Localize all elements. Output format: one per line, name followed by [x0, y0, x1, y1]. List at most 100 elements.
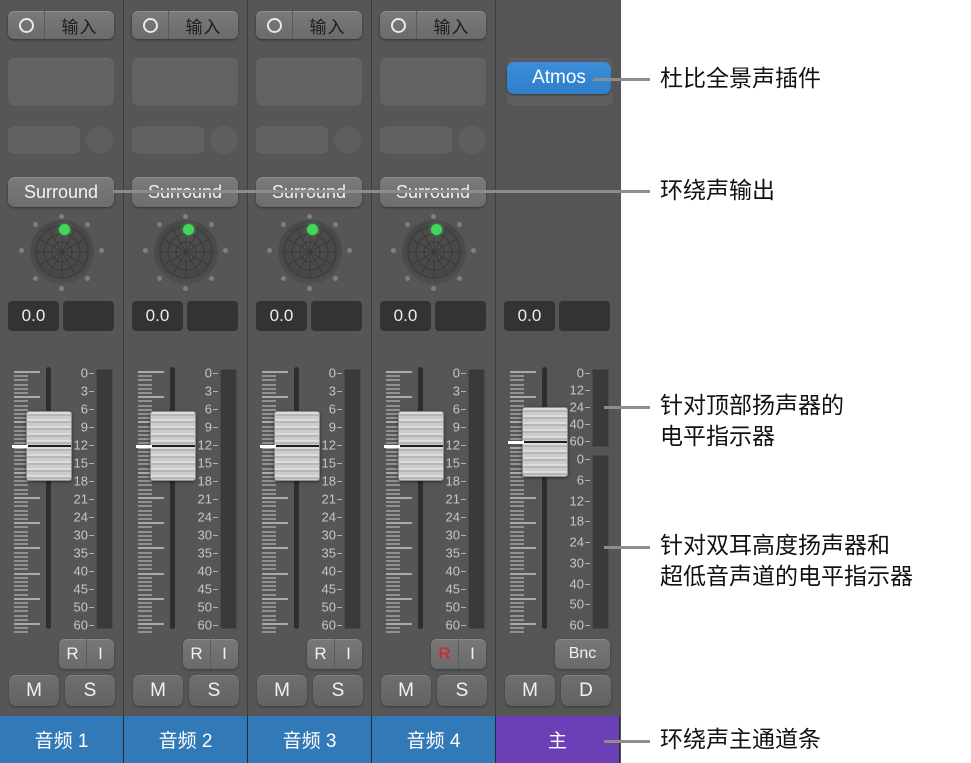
channel-name-2[interactable]: 音频 2: [124, 716, 248, 763]
fader-track[interactable]: [170, 367, 175, 629]
record-enable-button[interactable]: R: [59, 639, 87, 669]
mute-button[interactable]: M: [257, 675, 307, 706]
pan-value-field[interactable]: 0.0: [132, 301, 183, 331]
pan-value-row: 0.0: [504, 301, 610, 331]
panner-position-handle[interactable]: [307, 224, 318, 235]
annotation-top-speaker-meter: 针对顶部扬声器的 电平指示器: [660, 392, 844, 449]
fader-tick: [14, 610, 28, 613]
send-level-knob[interactable]: [458, 126, 486, 154]
solo-button[interactable]: S: [437, 675, 487, 706]
record-enable-icon[interactable]: [380, 11, 417, 39]
dim-button[interactable]: D: [561, 675, 611, 706]
surround-panner[interactable]: [389, 214, 479, 298]
pan-value-secondary-field[interactable]: [63, 301, 114, 331]
insert-slot[interactable]: [132, 58, 238, 106]
record-input-button[interactable]: RI: [183, 639, 238, 669]
record-input-button[interactable]: RI: [59, 639, 114, 669]
output-button[interactable]: Surround: [8, 177, 114, 207]
record-enable-button[interactable]: R: [431, 639, 459, 669]
send-level-knob[interactable]: [86, 126, 114, 154]
fader-tick: [14, 534, 28, 537]
solo-button[interactable]: S: [189, 675, 239, 706]
meter-scale-tick: [461, 445, 466, 446]
record-input-button[interactable]: RI: [307, 639, 362, 669]
pan-value-field[interactable]: 0.0: [256, 301, 307, 331]
input-button[interactable]: 输入: [8, 11, 114, 39]
fader-and-meter-area: 0 3 6 9 12 15 18 21 24 30 35 40 45 50 60: [124, 363, 248, 634]
fader-tick: [386, 501, 400, 504]
send-level-knob[interactable]: [210, 126, 238, 154]
surround-panner[interactable]: [141, 214, 231, 298]
input-button[interactable]: 输入: [256, 11, 362, 39]
fader-tick: [386, 589, 400, 592]
mute-button[interactable]: M: [133, 675, 183, 706]
insert-slot[interactable]: [380, 58, 486, 106]
meter-scale-tick: [213, 409, 218, 410]
record-enable-icon[interactable]: [132, 11, 169, 39]
record-enable-icon[interactable]: [8, 11, 45, 39]
mute-button[interactable]: M: [381, 675, 431, 706]
channel-name-3[interactable]: 音频 3: [248, 716, 372, 763]
panner-position-handle[interactable]: [431, 224, 442, 235]
fader-track[interactable]: [46, 367, 51, 629]
solo-button[interactable]: S: [313, 675, 363, 706]
fader-tick: [262, 539, 276, 541]
meter-scale-tick: [337, 535, 342, 536]
record-input-button[interactable]: RI: [431, 639, 486, 669]
input-monitor-button[interactable]: I: [211, 639, 238, 669]
record-enable-button[interactable]: R: [183, 639, 211, 669]
fader-tick: [510, 480, 524, 483]
channel-name-4[interactable]: 音频 4: [372, 716, 496, 763]
meter-scale-tick: [337, 607, 342, 608]
channel-strip-master: Atmos 0.0 0 12 24 40 60 0 6 12 18 24 30 40 50 60 Bnc M D 主: [496, 0, 620, 763]
pan-value-field[interactable]: 0.0: [504, 301, 555, 331]
fader-track[interactable]: [418, 367, 423, 629]
input-monitor-button[interactable]: I: [459, 639, 486, 669]
fader-tick: [386, 593, 400, 596]
meter-scale-label: 6: [452, 401, 460, 417]
send-slot[interactable]: [380, 126, 452, 154]
fader-tick: [138, 614, 152, 617]
pan-value-field[interactable]: 0.0: [380, 301, 431, 331]
pan-value-secondary-field[interactable]: [435, 301, 486, 331]
send-slot[interactable]: [132, 126, 204, 154]
fader-tick: [14, 484, 28, 487]
fader-tick: [14, 530, 28, 533]
mute-button[interactable]: M: [9, 675, 59, 706]
fader-tick: [386, 392, 400, 394]
send-level-knob[interactable]: [334, 126, 362, 154]
insert-slot[interactable]: [8, 58, 114, 106]
pan-value-secondary-field[interactable]: [187, 301, 238, 331]
channel-name-1[interactable]: 音频 1: [0, 716, 124, 763]
fader-tick: [262, 627, 276, 630]
bounce-button[interactable]: Bnc: [555, 639, 610, 669]
input-monitor-button[interactable]: I: [335, 639, 362, 669]
meter-scale-tick: [89, 445, 94, 446]
meter-scale-tick: [213, 535, 218, 536]
input-button[interactable]: 输入: [132, 11, 238, 39]
fader-tick: [14, 396, 40, 399]
meter-scale-label: 6: [204, 401, 212, 417]
fader-tick: [510, 400, 524, 403]
panner-position-handle[interactable]: [183, 224, 194, 235]
channel-name-master[interactable]: 主: [496, 716, 620, 763]
record-enable-icon[interactable]: [256, 11, 293, 39]
surround-panner[interactable]: [265, 214, 355, 298]
record-enable-button[interactable]: R: [307, 639, 335, 669]
insert-slot[interactable]: [256, 58, 362, 106]
mute-button[interactable]: M: [505, 675, 555, 706]
pan-value-field[interactable]: 0.0: [8, 301, 59, 331]
send-slot[interactable]: [256, 126, 328, 154]
solo-button[interactable]: S: [65, 675, 115, 706]
send-slot[interactable]: [8, 126, 80, 154]
surround-panner[interactable]: [17, 214, 107, 298]
input-monitor-button[interactable]: I: [87, 639, 114, 669]
fader-tick: [386, 509, 400, 512]
pan-value-secondary-field[interactable]: [311, 301, 362, 331]
input-button[interactable]: 输入: [380, 11, 486, 39]
meter-scale-tick: [461, 499, 466, 500]
pan-value-secondary-field[interactable]: [559, 301, 610, 331]
fader-tick: [14, 543, 28, 546]
panner-position-handle[interactable]: [59, 224, 70, 235]
fader-track[interactable]: [294, 367, 299, 629]
